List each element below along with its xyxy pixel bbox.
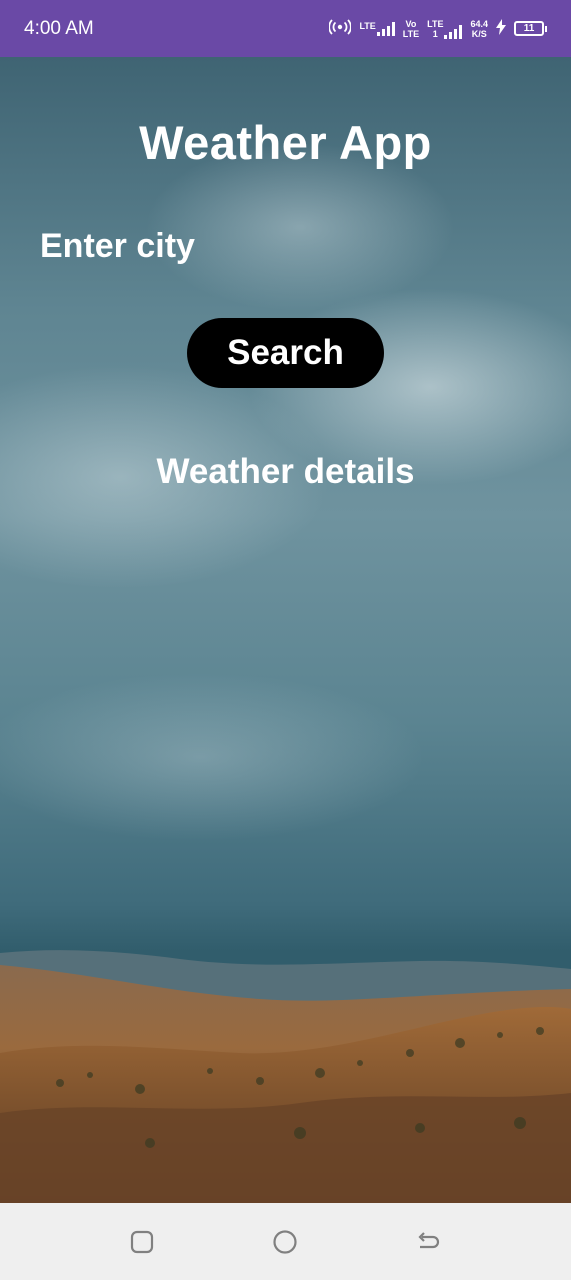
weather-details-text: Weather details <box>156 452 415 491</box>
battery-level: 11 <box>514 21 544 36</box>
signal-icon <box>444 24 463 39</box>
hotspot-icon <box>328 19 353 38</box>
status-time: 4:00 AM <box>24 17 94 39</box>
status-bar: 4:00 AM LTE Vo LTE LTE 1 64.4 K/S 11 <box>0 0 571 57</box>
app-title: Weather App <box>139 116 432 169</box>
battery-icon: 11 <box>514 21 547 36</box>
network-label-3: LTE 1 <box>427 19 443 39</box>
app-background: Weather App Search Weather details <box>0 57 571 1203</box>
landscape-background <box>0 903 571 1203</box>
city-input[interactable] <box>40 222 530 270</box>
volte-top: Vo <box>405 18 417 29</box>
signal-icon <box>376 21 395 36</box>
speed-value: 64.4 <box>470 18 488 29</box>
search-button[interactable]: Search <box>187 318 384 388</box>
charging-icon <box>496 19 506 38</box>
network-label-1: LTE <box>359 20 376 31</box>
volte-indicator: Vo LTE <box>403 19 419 39</box>
volte-bottom: LTE <box>402 28 420 39</box>
speed-unit: K/S <box>471 28 487 39</box>
home-icon[interactable] <box>272 1229 298 1255</box>
network-3-label: LTE <box>427 18 444 29</box>
recents-icon[interactable] <box>129 1229 155 1255</box>
network-speed: 64.4 K/S <box>470 19 488 39</box>
network-3-sub: 1 <box>432 28 438 39</box>
back-icon[interactable] <box>414 1229 440 1255</box>
navigation-bar <box>0 1203 571 1280</box>
status-icons: LTE Vo LTE LTE 1 64.4 K/S 11 <box>328 19 547 39</box>
